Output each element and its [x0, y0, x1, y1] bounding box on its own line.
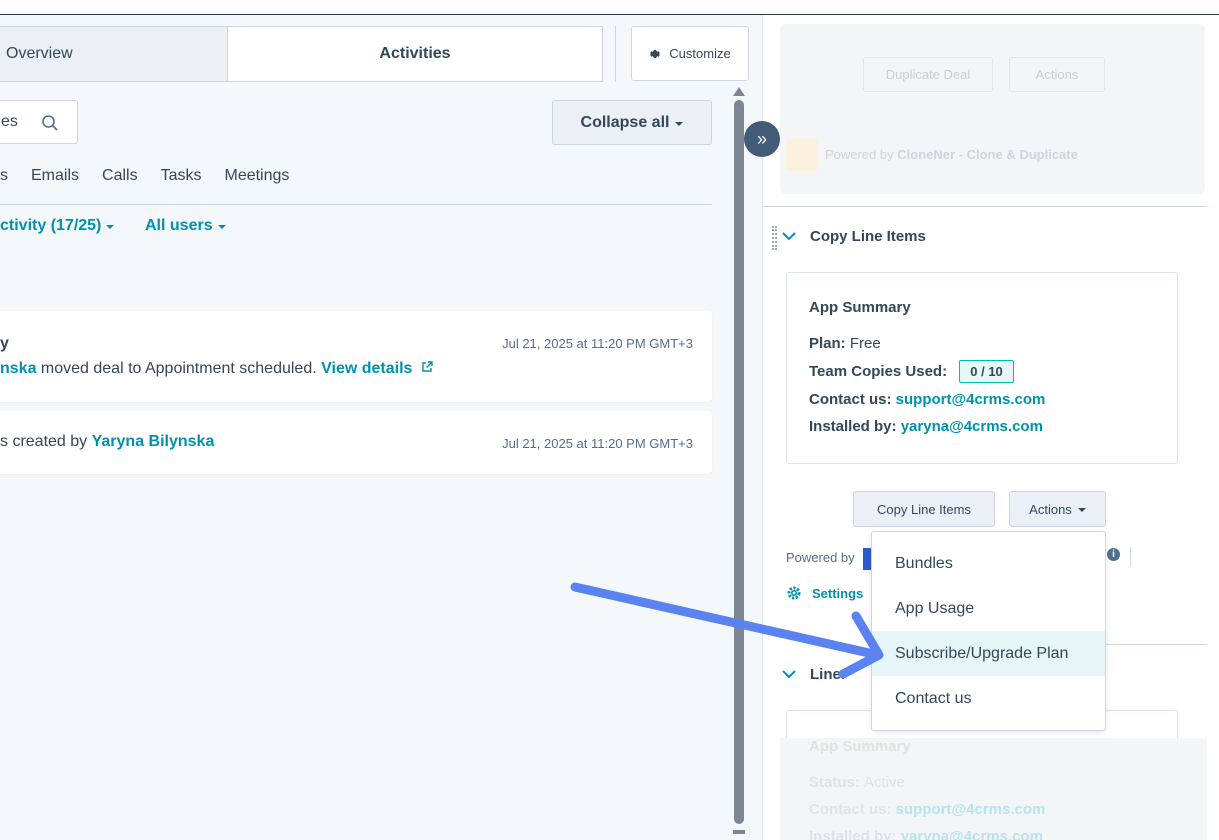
copies-row: Team Copies Used: 0 / 10: [809, 360, 1014, 383]
filter-tab-meetings[interactable]: Meetings: [224, 167, 289, 187]
cloneer-logo-icon: [786, 139, 818, 171]
menu-item-bundles[interactable]: Bundles: [872, 541, 1105, 586]
caret-down-icon: [675, 121, 684, 126]
expand-sidebar-button[interactable]: »: [744, 121, 780, 157]
external-link-icon[interactable]: [421, 361, 433, 373]
filter-tab-tasks[interactable]: Tasks: [161, 167, 202, 187]
contact-email-link[interactable]: support@4crms.com: [896, 391, 1046, 408]
contact-email-link[interactable]: support@4crms.com: [896, 801, 1046, 818]
status-value: Active: [864, 774, 905, 791]
activity-timestamp: Jul 21, 2025 at 11:20 PM GMT+3: [502, 336, 693, 351]
activity-body: nska moved deal to Appointment scheduled…: [0, 360, 433, 378]
cloneer-powered-by: Powered by CloneNer - Clone & Duplicate: [825, 147, 1078, 162]
contact-row: Contact us: support@4crms.com: [809, 801, 1045, 818]
collapse-all-label: Collapse all: [580, 113, 670, 131]
scrollbar-thumb[interactable]: [734, 100, 744, 824]
section-divider: [762, 206, 1207, 207]
cloneer-actions-button[interactable]: Actions: [1009, 57, 1105, 92]
activity-card[interactable]: s created by Yaryna Bilynska Jul 21, 202…: [0, 411, 712, 474]
installed-email-link[interactable]: yaryna@4crms.com: [901, 418, 1043, 435]
copies-badge: 0 / 10: [959, 360, 1014, 383]
filter-tab-calls[interactable]: Calls: [102, 167, 138, 187]
powered-by-label: Powered by: [786, 550, 855, 565]
gear-icon: [650, 49, 661, 58]
users-filter-dropdown[interactable]: All users: [145, 217, 226, 235]
filter-tab-emails[interactable]: Emails: [31, 167, 79, 187]
caret-down-icon: [106, 225, 115, 229]
contact-label: Contact us:: [809, 801, 892, 818]
installed-row: Installed by: yaryna@4crms.com: [809, 418, 1043, 435]
tab-activities[interactable]: Activities: [227, 27, 602, 81]
activity-filter-label: ctivity (17/25): [0, 217, 102, 234]
double-chevron-right-icon: »: [756, 128, 767, 149]
info-icon[interactable]: i: [1107, 548, 1120, 561]
activity-text: s created by: [0, 433, 92, 450]
caret-down-icon: [217, 225, 226, 229]
plan-value: Free: [849, 335, 881, 352]
installed-row: Installed by: yaryna@4crms.com: [809, 828, 1043, 840]
lineitem-title-start: Lin: [810, 666, 833, 683]
chevron-down-icon[interactable]: [782, 231, 796, 241]
contact-row: Contact us: support@4crms.com: [809, 391, 1045, 408]
caret-down-icon: [1077, 508, 1086, 512]
gear-icon: [787, 586, 801, 600]
filter-divider: [0, 204, 712, 205]
actions-label: Actions: [1029, 501, 1072, 517]
duplicate-deal-button[interactable]: Duplicate Deal: [863, 57, 993, 92]
search-input[interactable]: es: [0, 100, 78, 144]
activity-filter-dropdown[interactable]: ctivity (17/25): [0, 217, 115, 235]
scroll-down-arrow[interactable]: [733, 830, 745, 834]
search-value: es: [1, 113, 18, 130]
plan-label: Plan:: [809, 335, 846, 352]
filter-tab-all[interactable]: s: [0, 167, 8, 187]
customize-button[interactable]: Customize: [631, 26, 749, 81]
cloneer-powered-prefix: Powered by: [825, 147, 898, 162]
record-tabs: Overview Activities: [0, 26, 603, 82]
settings-link[interactable]: Settings: [786, 585, 863, 601]
user-link[interactable]: nska: [0, 360, 36, 377]
installed-email-link[interactable]: yaryna@4crms.com: [901, 828, 1043, 840]
settings-label: Settings: [812, 585, 864, 601]
activity-card[interactable]: y Jul 21, 2025 at 11:20 PM GMT+3 nska mo…: [0, 311, 712, 402]
scroll-up-arrow[interactable]: [733, 87, 745, 96]
copies-label: Team Copies Used:: [809, 363, 948, 380]
plan-row: Plan: Free: [809, 335, 881, 352]
user-link[interactable]: Yaryna Bilynska: [92, 433, 215, 450]
chevron-down-icon[interactable]: [782, 669, 796, 679]
activity-title: y: [0, 335, 9, 352]
cloneer-powered-name: CloneNer - Clone & Duplicate: [897, 147, 1078, 162]
actions-dropdown-menu: Bundles App Usage Subscribe/Upgrade Plan…: [871, 531, 1106, 731]
footer-divider: [1130, 547, 1131, 567]
actions-dropdown-button[interactable]: Actions: [1009, 491, 1106, 527]
app-summary-title: App Summary: [809, 299, 911, 316]
status-row: Status: Active: [809, 774, 905, 791]
activity-type-filters: s Emails Calls Tasks Meetings: [0, 167, 312, 187]
activity-body: s created by Yaryna Bilynska: [0, 433, 214, 451]
drag-handle-icon[interactable]: [772, 226, 777, 250]
view-details-link[interactable]: View details: [321, 360, 412, 377]
installed-label: Installed by:: [809, 418, 897, 435]
copy-line-items-title[interactable]: Copy Line Items: [810, 228, 926, 245]
installed-label: Installed by:: [809, 828, 897, 840]
users-filter-label: All users: [145, 217, 213, 234]
status-label: Status:: [809, 774, 860, 791]
activity-text: moved deal to Appointment scheduled.: [36, 360, 322, 377]
tab-overview[interactable]: Overview: [0, 27, 227, 81]
activity-timestamp: Jul 21, 2025 at 11:20 PM GMT+3: [502, 436, 693, 451]
menu-item-app-usage[interactable]: App Usage: [872, 586, 1105, 631]
customize-label: Customize: [669, 46, 731, 61]
search-icon[interactable]: [41, 114, 59, 132]
copy-line-items-button[interactable]: Copy Line Items: [853, 491, 995, 527]
collapse-all-button[interactable]: Collapse all: [552, 100, 712, 145]
menu-item-subscribe-upgrade[interactable]: Subscribe/Upgrade Plan: [872, 631, 1105, 676]
cloneer-card: [780, 24, 1205, 194]
menu-item-contact-us[interactable]: Contact us: [872, 676, 1105, 721]
lineitem-title-end: er: [832, 666, 847, 683]
copy-line-items-label: Copy Line Items: [877, 501, 971, 517]
app-summary-title: App Summary: [809, 738, 911, 755]
lineitem-section-title[interactable]: Liner: [810, 666, 847, 683]
tab-divider: [615, 26, 616, 82]
contact-label: Contact us:: [809, 391, 892, 408]
